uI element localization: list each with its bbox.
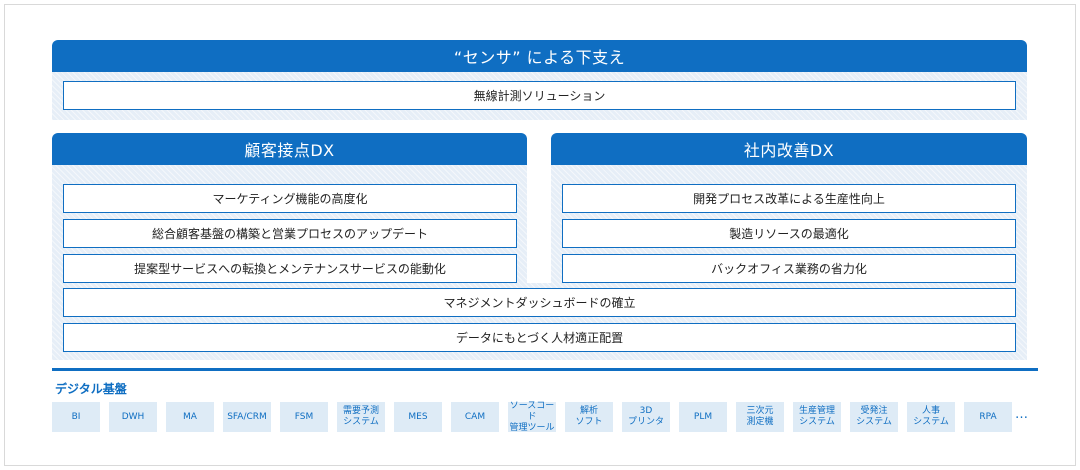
tile-dwh: DWH <box>109 402 157 432</box>
customer-dx-section: 顧客接点DX <box>52 133 527 165</box>
talent-allocation-box: データにもとづく人材適正配置 <box>63 323 1016 352</box>
internal-dx-section: 社内改善DX <box>551 133 1027 165</box>
tile-3d-printer: 3D プリンタ <box>622 402 670 432</box>
tile-demand-forecast: 需要予測 システム <box>337 402 385 432</box>
digital-base-divider <box>52 368 1038 371</box>
more-ellipsis: … <box>1015 407 1029 422</box>
internal-dx-item: バックオフィス業務の省力化 <box>562 254 1016 283</box>
sensor-section: “センサ” による下支え 無線計測ソリューション <box>52 40 1027 120</box>
tile-sfa-crm: SFA/CRM <box>223 402 271 432</box>
tile-production-management: 生産管理 システム <box>793 402 841 432</box>
customer-dx-title: 顧客接点DX <box>52 133 527 165</box>
tile-rpa: RPA <box>964 402 1012 432</box>
sensor-section-title: “センサ” による下支え <box>52 40 1027 72</box>
internal-dx-item: 開発プロセス改革による生産性向上 <box>562 184 1016 213</box>
customer-dx-item: 提案型サービスへの転換とメンテナンスサービスの能動化 <box>63 254 517 283</box>
wireless-measurement-box: 無線計測ソリューション <box>63 81 1016 110</box>
customer-dx-item: マーケティング機能の高度化 <box>63 184 517 213</box>
management-dashboard-box: マネジメントダッシュボードの確立 <box>63 288 1016 317</box>
internal-dx-item: 製造リソースの最適化 <box>562 219 1016 248</box>
tile-3d-measuring-machine: 三次元 測定機 <box>736 402 784 432</box>
tile-mes: MES <box>394 402 442 432</box>
tile-hr-system: 人事 システム <box>907 402 955 432</box>
digital-base-title: デジタル基盤 <box>55 382 127 396</box>
tile-analysis-software: 解析 ソフト <box>565 402 613 432</box>
tile-fsm: FSM <box>280 402 328 432</box>
tile-bi: BI <box>52 402 100 432</box>
sensor-section-body: 無線計測ソリューション <box>52 72 1027 120</box>
internal-dx-title: 社内改善DX <box>551 133 1027 165</box>
tile-cam: CAM <box>451 402 499 432</box>
tile-source-code-management: ソースコード 管理ツール <box>508 400 556 433</box>
dx-gap <box>527 165 551 283</box>
customer-dx-item: 総合顧客基盤の構築と営業プロセスのアップデート <box>63 219 517 248</box>
tile-plm: PLM <box>679 402 727 432</box>
tile-ma: MA <box>166 402 214 432</box>
tile-order-system: 受発注 システム <box>850 402 898 432</box>
